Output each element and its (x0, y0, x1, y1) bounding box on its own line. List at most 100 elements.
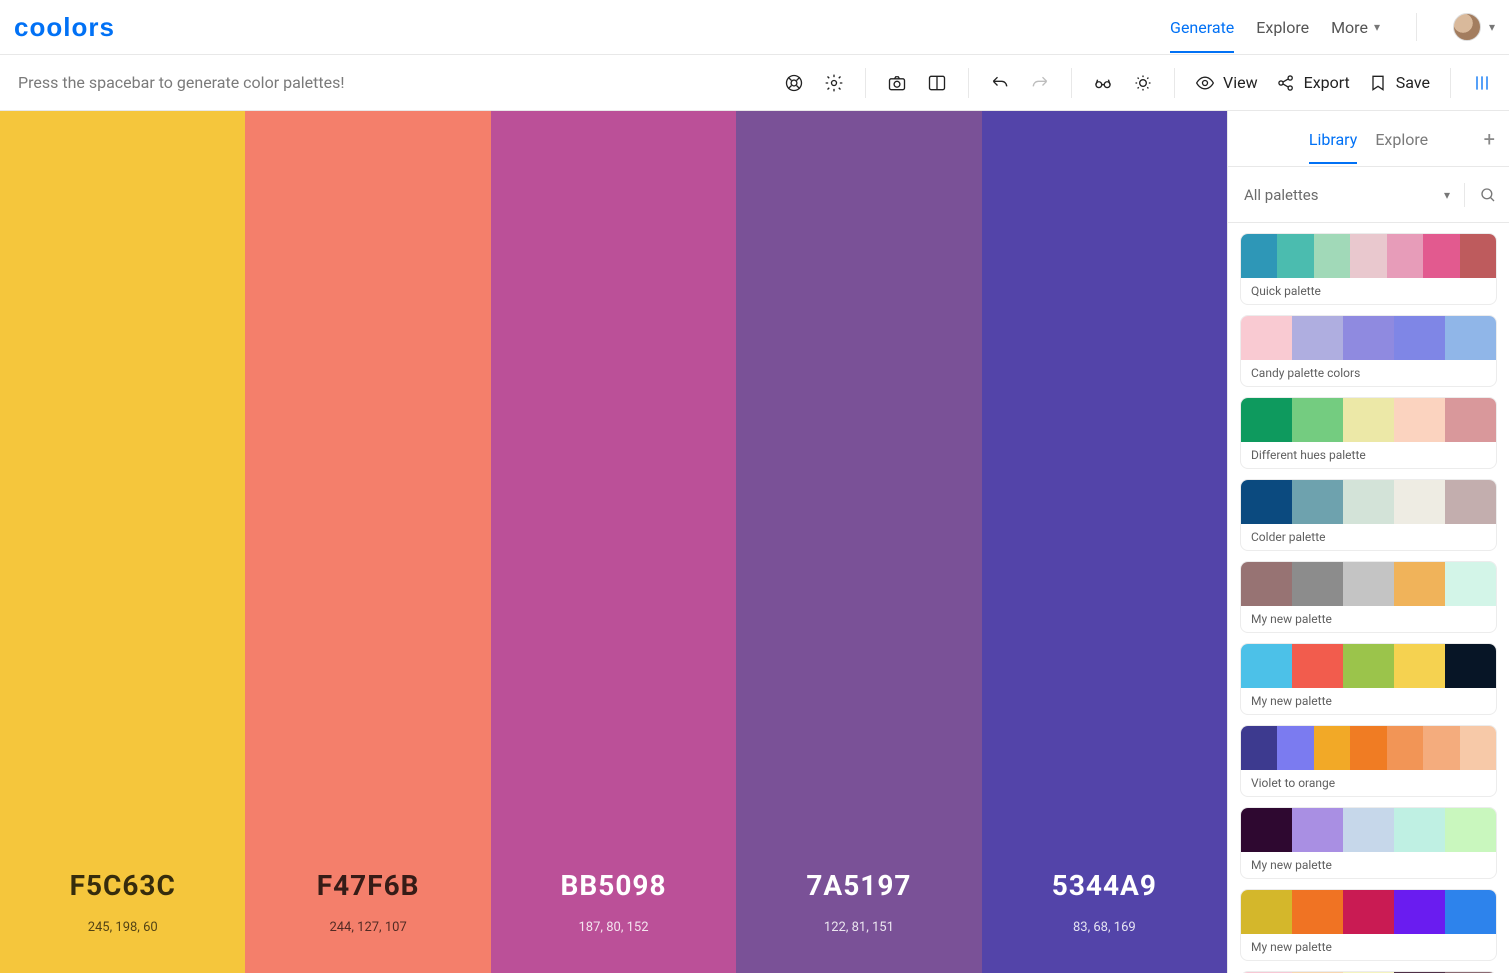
library-swatch (1241, 644, 1292, 688)
redo-icon[interactable] (1029, 72, 1051, 94)
swatch[interactable]: 5344A983, 68, 169 (982, 111, 1227, 973)
library-item-name: Violet to orange (1241, 770, 1496, 796)
save-button[interactable]: Save (1368, 73, 1430, 93)
library-item-colors (1241, 890, 1496, 934)
library-swatch (1445, 480, 1496, 524)
logo[interactable]: coolors (14, 12, 115, 43)
swatch[interactable]: F5C63C 245, 198, 60 (0, 111, 245, 973)
library-swatch (1292, 644, 1343, 688)
view-button[interactable]: View (1195, 73, 1258, 93)
library-item[interactable]: My new palette (1240, 807, 1497, 879)
library-swatch (1445, 398, 1496, 442)
share-icon (1276, 73, 1296, 93)
camera-icon[interactable] (886, 72, 908, 94)
library-item[interactable]: Quick palette (1240, 233, 1497, 305)
eye-icon (1195, 73, 1215, 93)
library-item[interactable]: Colder palette (1240, 479, 1497, 551)
undo-icon[interactable] (989, 72, 1011, 94)
swatch[interactable]: 7A5197 122, 81, 151 (736, 111, 981, 973)
main: F5C63C245, 198, 60F47F6B244, 127, 107BB5… (0, 111, 1509, 973)
library-swatch (1241, 316, 1292, 360)
hex-value[interactable]: F5C63C (70, 869, 176, 902)
settings-icon[interactable] (823, 72, 845, 94)
library-swatch (1343, 644, 1394, 688)
library-item-colors (1241, 480, 1496, 524)
side-panel: Library Explore + All palettes ▾ Quick p… (1227, 111, 1509, 973)
library-swatch (1460, 726, 1496, 770)
library-swatch (1423, 234, 1459, 278)
plus-icon: + (1484, 127, 1495, 151)
library-swatch (1394, 808, 1445, 852)
hex-value[interactable]: 5344A9 (1052, 869, 1157, 902)
library-swatch (1241, 726, 1277, 770)
divider (1416, 13, 1417, 41)
panel-toggle-icon[interactable] (1471, 72, 1493, 94)
library-list[interactable]: Quick palette Candy palette colors Differe… (1228, 223, 1509, 973)
library-item-colors (1241, 808, 1496, 852)
library-item-name: My new palette (1241, 934, 1496, 960)
library-swatch (1292, 480, 1343, 524)
hex-value[interactable]: 7A5197 (806, 869, 911, 902)
help-icon[interactable] (783, 72, 805, 94)
avatar (1453, 13, 1481, 41)
library-swatch (1423, 726, 1459, 770)
rgb-value: 245, 198, 60 (88, 920, 158, 935)
swatch[interactable]: BB5098187, 80, 152 (491, 111, 736, 973)
export-button[interactable]: Export (1276, 73, 1350, 93)
library-swatch (1445, 316, 1496, 360)
top-links: Generate Explore More ▾ ▾ (1170, 2, 1495, 53)
library-swatch (1394, 890, 1445, 934)
library-swatch (1314, 726, 1350, 770)
library-swatch (1343, 808, 1394, 852)
library-swatch (1241, 808, 1292, 852)
hex-value[interactable]: F47F6B (317, 869, 420, 902)
glasses-icon[interactable] (1092, 72, 1114, 94)
nav-more[interactable]: More ▾ (1331, 2, 1380, 53)
library-swatch (1394, 398, 1445, 442)
library-swatch (1241, 234, 1277, 278)
library-item[interactable]: My new palette (1240, 561, 1497, 633)
library-item-colors (1241, 316, 1496, 360)
swatch[interactable]: F47F6B244, 127, 107 (245, 111, 490, 973)
export-label: Export (1304, 73, 1350, 92)
library-swatch (1387, 726, 1423, 770)
side-tabs: Library Explore + (1228, 111, 1509, 167)
hex-value[interactable]: BB5098 (561, 869, 667, 902)
library-item-colors (1241, 562, 1496, 606)
palette-filter[interactable]: All palettes ▾ (1228, 167, 1509, 223)
library-item[interactable]: Different hues palette (1240, 397, 1497, 469)
tab-library[interactable]: Library (1309, 113, 1357, 164)
add-palette-button[interactable]: + (1484, 127, 1495, 151)
nav-explore[interactable]: Explore (1256, 2, 1309, 53)
save-label: Save (1396, 73, 1430, 92)
library-swatch (1394, 316, 1445, 360)
account-menu[interactable]: ▾ (1445, 13, 1495, 41)
library-item[interactable]: Violet to orange (1240, 725, 1497, 797)
library-item-name: Candy palette colors (1241, 360, 1496, 386)
filter-label: All palettes (1244, 186, 1319, 204)
library-item-colors (1241, 726, 1496, 770)
library-item-colors (1241, 234, 1496, 278)
search-button[interactable] (1464, 183, 1497, 207)
library-swatch (1394, 644, 1445, 688)
collage-icon[interactable] (926, 72, 948, 94)
library-item[interactable]: My new palette (1240, 889, 1497, 961)
library-swatch (1277, 726, 1313, 770)
library-swatch (1394, 480, 1445, 524)
rgb-value: 122, 81, 151 (824, 920, 894, 935)
library-item-colors (1241, 398, 1496, 442)
library-swatch (1241, 562, 1292, 606)
library-item[interactable]: Candy palette colors (1240, 315, 1497, 387)
library-swatch (1241, 890, 1292, 934)
brightness-icon[interactable] (1132, 72, 1154, 94)
bookmark-icon (1368, 73, 1388, 93)
library-swatch (1343, 316, 1394, 360)
library-swatch (1343, 398, 1394, 442)
library-swatch (1292, 808, 1343, 852)
chevron-down-icon: ▾ (1444, 188, 1450, 202)
library-swatch (1314, 234, 1350, 278)
library-swatch (1292, 562, 1343, 606)
tab-explore[interactable]: Explore (1375, 113, 1428, 164)
library-item[interactable]: My new palette (1240, 643, 1497, 715)
nav-generate[interactable]: Generate (1170, 2, 1234, 53)
